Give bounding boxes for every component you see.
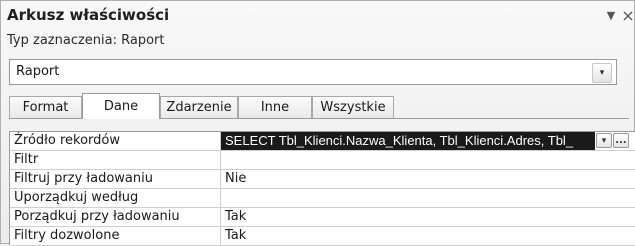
title-bar: Arkusz właściwości ▼ × [1,1,635,29]
record-source-input[interactable]: SELECT Tbl_Klienci.Nazwa_Klienta, Tbl_Kl… [221,132,595,150]
property-name: Uporządkuj według [10,189,221,207]
tab-format[interactable]: Format [9,96,82,118]
property-row-filter-on-load[interactable]: Filtruj przy ładowaniu Nie [10,170,635,189]
builder-button[interactable]: ... [613,133,629,148]
tab-zdarzenie[interactable]: Zdarzenie [160,96,238,118]
filter-input[interactable] [221,151,635,169]
pane-title: Arkusz właściwości [7,6,170,24]
property-grid: Źródło rekordów SELECT Tbl_Klienci.Nazwa… [9,131,635,246]
property-tabs: Format Dane Zdarzenie Inne Wszystkie [9,93,629,119]
property-name: Porządkuj przy ładowaniu [10,208,221,226]
close-icon[interactable]: × [618,5,635,25]
object-selector-value: Raport [16,64,60,79]
selection-type-label: Typ zaznaczenia: Raport [7,33,165,48]
tab-dane[interactable]: Dane [82,93,160,119]
property-sheet-pane: Arkusz właściwości ▼ × Typ zaznaczenia: … [0,0,635,246]
chevron-down-icon[interactable]: ▾ [592,63,612,83]
property-name: Źródło rekordów [10,132,221,150]
tab-inne[interactable]: Inne [238,96,312,118]
property-row-order-by[interactable]: Uporządkuj według [10,189,635,208]
property-name: Filtr [10,151,221,169]
property-row-filter[interactable]: Filtr [10,151,635,170]
property-name: Filtruj przy ładowaniu [10,170,221,188]
object-selector-combo[interactable]: Raport ▾ [9,59,617,85]
property-row-record-source[interactable]: Źródło rekordów SELECT Tbl_Klienci.Nazwa… [10,132,635,151]
chevron-down-icon[interactable]: ▾ [596,133,612,148]
property-name: Filtry dozwolone [10,227,221,245]
property-row-order-on-load[interactable]: Porządkuj przy ładowaniu Tak [10,208,635,227]
tab-wszystkie[interactable]: Wszystkie [312,96,394,118]
order-on-load-value[interactable]: Tak [221,208,635,226]
allow-filters-value[interactable]: Tak [221,227,635,245]
filter-on-load-value[interactable]: Nie [221,170,635,188]
order-by-input[interactable] [221,189,635,207]
property-row-allow-filters[interactable]: Filtry dozwolone Tak [10,227,635,246]
